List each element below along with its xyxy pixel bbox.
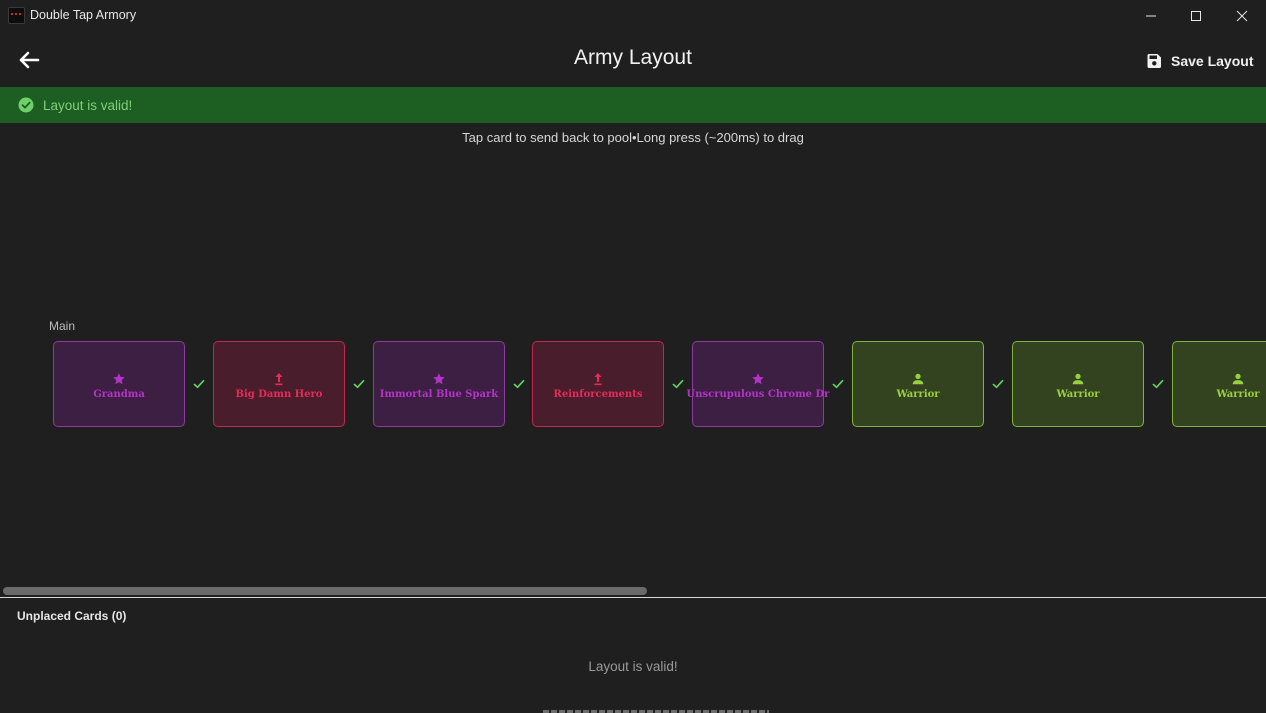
check-icon	[193, 379, 205, 389]
check-icon	[513, 379, 525, 389]
check-icon	[353, 379, 365, 389]
card-name: Grandma	[93, 388, 145, 400]
row-label-main: Main	[49, 319, 76, 333]
army-card[interactable]: Warrior	[1172, 341, 1266, 427]
close-button[interactable]	[1219, 0, 1265, 32]
check-icon	[672, 379, 684, 389]
card-name: Reinforcements	[553, 388, 643, 400]
person-icon	[911, 371, 925, 387]
card-name: Warrior	[1056, 388, 1100, 400]
check-icon	[992, 379, 1004, 389]
minimize-icon	[1146, 15, 1156, 17]
army-card[interactable]: Reinforcements	[532, 341, 664, 427]
check-circle-icon	[18, 97, 34, 113]
star-icon	[751, 371, 765, 387]
layout-row-main: Grandma Big Damn Hero Immortal Blue Spark R…	[0, 340, 1266, 430]
horizontal-scrollbar[interactable]	[0, 586, 1266, 596]
person-icon	[1231, 371, 1245, 387]
minimize-button[interactable]	[1128, 0, 1174, 32]
save-layout-label: Save Layout	[1171, 53, 1254, 69]
person-icon	[1071, 371, 1085, 387]
army-card[interactable]: Unscrupulous Chrome Dr	[687, 341, 829, 427]
upgrade-arrow-icon	[593, 371, 603, 387]
instructions-hint: Tap card to send back to pool•Long press…	[462, 130, 804, 145]
window-title: Double Tap Armory	[30, 8, 137, 22]
card-name: Immortal Blue Spark	[379, 388, 499, 400]
unplaced-cards-title: Unplaced Cards (0)	[17, 609, 127, 623]
app-logo-icon	[8, 7, 25, 24]
card-name: Unscrupulous Chrome Dr	[686, 388, 830, 400]
card-name: Warrior	[896, 388, 940, 400]
maximize-button[interactable]	[1173, 0, 1219, 32]
army-card[interactable]: Grandma	[53, 341, 185, 427]
check-icon	[832, 379, 844, 389]
unplaced-cards-message: Layout is valid!	[588, 659, 678, 674]
check-icon	[1152, 379, 1164, 389]
window-titlebar: Double Tap Armory	[0, 0, 1266, 32]
star-icon	[432, 371, 446, 387]
section-divider	[0, 597, 1266, 598]
maximize-icon	[1191, 11, 1201, 21]
army-card[interactable]: Warrior	[1012, 341, 1144, 427]
star-icon	[112, 371, 126, 387]
upgrade-arrow-icon	[274, 371, 284, 387]
army-card[interactable]: Big Damn Hero	[213, 341, 345, 427]
app-bar: Army Layout Save Layout	[0, 32, 1266, 87]
validity-banner-text: Layout is valid!	[43, 98, 133, 113]
army-card[interactable]: Immortal Blue Spark	[373, 341, 505, 427]
close-icon	[1236, 10, 1248, 22]
card-name: Warrior	[1216, 388, 1260, 400]
validity-banner: Layout is valid!	[0, 87, 1266, 123]
scrollbar-thumb[interactable]	[3, 587, 647, 595]
page-title: Army Layout	[574, 46, 692, 69]
army-card[interactable]: Warrior	[852, 341, 984, 427]
save-layout-button[interactable]: Save Layout	[1146, 50, 1253, 72]
save-icon	[1147, 54, 1161, 68]
card-name: Big Damn Hero	[235, 388, 323, 400]
